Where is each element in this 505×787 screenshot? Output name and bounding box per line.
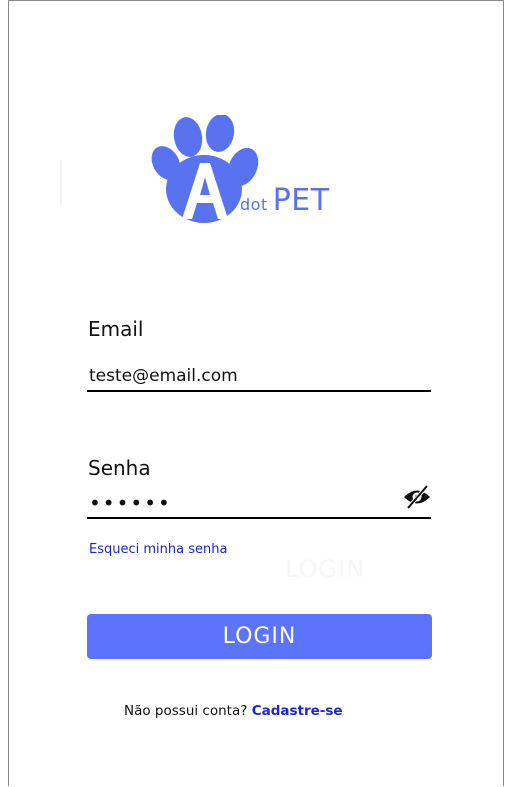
password-field[interactable]	[87, 489, 431, 519]
email-label: Email	[88, 317, 144, 341]
brand-wordmark: dot PET	[240, 183, 330, 218]
ghost-login-text: LOGIN	[285, 555, 366, 583]
faint-mark	[60, 160, 62, 205]
brand-dot-text: dot	[240, 195, 268, 214]
password-label: Senha	[88, 456, 151, 480]
signup-prompt: Não possui conta?	[124, 703, 248, 719]
login-button[interactable]: LOGIN	[87, 614, 432, 659]
email-field[interactable]	[87, 362, 431, 392]
signup-prompt-line: Não possui conta? Cadastre-se	[124, 703, 343, 719]
eye-off-icon[interactable]	[402, 484, 432, 510]
brand-pet-text: PET	[272, 183, 330, 218]
signup-link[interactable]: Cadastre-se	[252, 703, 343, 719]
forgot-password-link[interactable]: Esqueci minha senha	[89, 542, 227, 557]
